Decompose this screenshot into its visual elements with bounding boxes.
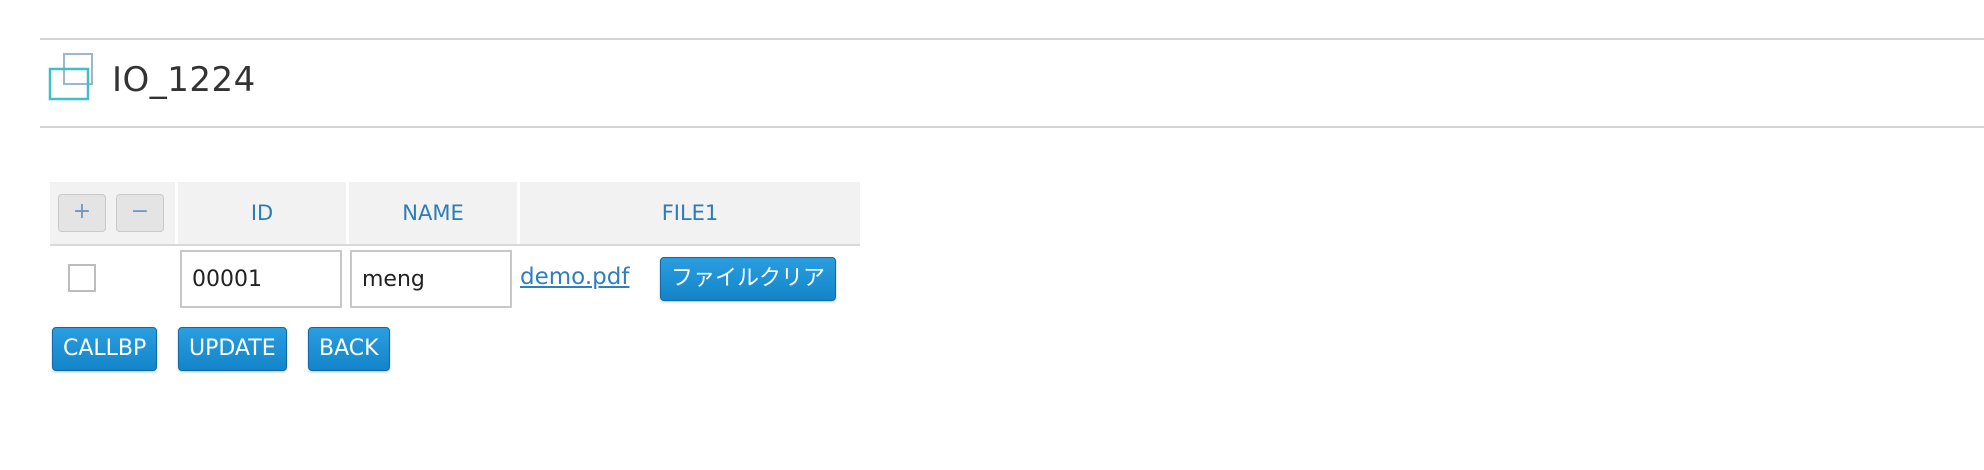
plus-icon: + — [72, 199, 92, 224]
column-header-file1[interactable]: FILE1 — [520, 182, 860, 244]
callbp-button[interactable]: CALLBP — [52, 327, 158, 371]
clear-file-button[interactable]: ファイルクリア — [660, 257, 837, 301]
minus-icon: − — [130, 199, 150, 224]
column-header-name[interactable]: NAME — [349, 182, 517, 244]
column-header-id[interactable]: ID — [178, 182, 346, 244]
row-select-checkbox[interactable] — [68, 264, 96, 292]
page-header: IO_1224 — [40, 38, 1984, 128]
update-button[interactable]: UPDATE — [178, 327, 287, 371]
id-field[interactable] — [180, 250, 342, 308]
page-title: IO_1224 — [112, 60, 256, 100]
table-row: demo.pdf ファイルクリア — [50, 246, 860, 314]
back-button[interactable]: BACK — [308, 327, 390, 371]
add-row-button[interactable]: + — [58, 194, 106, 232]
name-field[interactable] — [350, 250, 512, 308]
layered-squares-icon — [48, 52, 96, 102]
remove-row-button[interactable]: − — [116, 194, 164, 232]
file-link[interactable]: demo.pdf — [520, 262, 629, 292]
data-grid: + − ID NAME FILE1 demo.pdf ファイルクリア — [50, 182, 860, 314]
page-root: IO_1224 + − ID NAME FILE1 demo.pdf ファイルク… — [0, 0, 1984, 470]
grid-header: + − ID NAME FILE1 — [50, 182, 860, 246]
